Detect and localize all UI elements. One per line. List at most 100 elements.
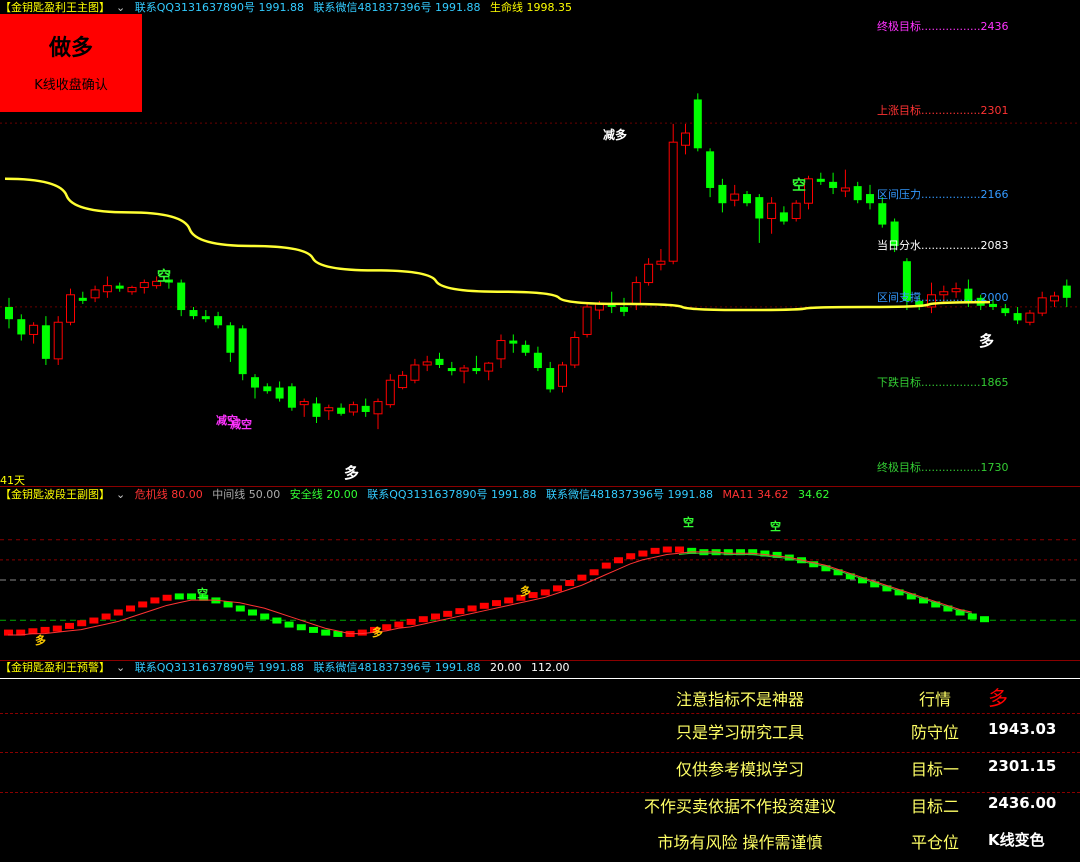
candle-body [398,374,408,389]
target-level-name: 区间压力 [877,188,921,201]
candle-body [348,404,358,413]
oscillator-bar [138,601,148,608]
candle-body [312,403,321,417]
sub-oscillator-chart[interactable] [0,505,1080,655]
main-contact-wx: 联系微信481837396号 1991.88 [313,1,481,14]
target-level-label: 终极目标.................1730 [877,459,1008,475]
oscillator-bar [431,613,440,620]
candle-body [620,306,628,312]
candle-body [459,367,469,372]
oscillator-bar [357,629,367,636]
oscillator-bar [589,569,599,576]
candle-body [238,328,247,375]
oscillator-bar [272,617,282,624]
target-level-value: 2301 [980,104,1009,117]
candle-body [5,306,13,320]
ma11-value-2: 34.62 [798,488,830,501]
candle-body [53,321,63,360]
oscillator-bar [296,624,306,631]
candle-body [779,212,788,222]
candle-body [472,368,481,372]
chevron-down-icon[interactable]: ⌄ [116,661,125,674]
oscillator-bar [248,609,257,616]
candle-body [829,181,838,188]
oscillator-bar [577,574,587,581]
oscillator-bar [443,610,453,617]
sub-signal-label: 空 [770,520,781,533]
target-level-name: 终极目标 [877,461,921,474]
oscillator-bar [382,624,392,631]
oscillator-bar [626,553,636,560]
alert-row-label: 平仓位 [910,833,959,852]
candle-body [1001,308,1010,314]
alert-row-label: 目标二 [910,797,959,816]
candle-body [656,260,666,265]
candle-body [570,337,580,366]
oscillator-bar [284,621,294,628]
target-level-name: 下跌目标 [877,376,921,389]
target-level-value: 2000 [980,291,1009,304]
candle-body [546,368,555,390]
alert-contact-wx: 联系微信481837396号 1991.88 [313,661,481,674]
candle-body [251,377,259,388]
alert-row-value: K线变色 [988,831,1045,849]
alert-row-label: 防守位 [910,723,959,742]
candle-body [90,289,100,299]
candle-body [385,379,395,406]
target-level-dots: ................. [921,291,981,304]
alert-row-divider [0,713,1080,714]
candle-body [668,141,678,262]
candle-body [435,358,444,365]
oscillator-bar [540,589,550,596]
candle-body [337,407,346,414]
alert-row: 市场有风险 操作需谨慎 平仓位 K线变色 [0,825,1080,862]
candle-body [853,186,862,201]
target-level-name: 区间支撑 [877,291,921,304]
signal-label: 减多 [603,128,628,142]
candle-body [214,316,223,326]
oscillator-bar [467,605,477,612]
target-level-value: 2083 [980,239,1009,252]
candle-body [29,324,39,335]
candle-body [706,151,715,188]
candle-body [17,319,26,335]
alert-row-value: 多 [988,686,1008,710]
oscillator-bar [675,546,684,553]
ma11-line-green [678,552,972,614]
alert-row: 只是学习研究工具 防守位 1943.03 [0,715,1080,752]
alert-row-value: 2436.00 [988,794,1057,812]
candle-body [410,364,420,381]
target-level-value: 2436 [980,20,1009,33]
candle-body [41,325,50,359]
candle-body [422,361,432,366]
safe-line-value: 安全线 20.00 [289,488,358,501]
oscillator-bar [223,601,233,608]
candle-body [521,344,530,353]
sub-signal-label: 多 [35,634,46,647]
chevron-down-icon[interactable]: ⌄ [116,1,125,14]
candle-body [743,194,751,204]
candle-body [78,297,87,301]
signal-label: 空 [792,178,806,194]
candle-body [791,202,801,219]
oscillator-bar [89,617,99,624]
oscillator-bar [260,613,270,620]
alert-row: 不作买卖依据不作投资建议 目标二 2436.00 [0,789,1080,826]
oscillator-bar [406,618,416,625]
candle-body [484,362,494,372]
alert-panel-title[interactable]: 【金钥匙盈利王预警】 [0,661,110,674]
target-level-label: 区间支撑.................2000 [877,289,1008,305]
oscillator-bar [309,626,318,633]
main-chart-title[interactable]: 【金钥匙盈利王主图】 [0,1,110,14]
oscillator-bar [77,620,87,627]
oscillator-bar [65,622,74,629]
candle-body [361,405,370,412]
oscillator-bar [235,605,245,612]
target-level-label: 区间压力.................2166 [877,186,1008,202]
chevron-down-icon[interactable]: ⌄ [116,488,125,501]
oscillator-bar [52,625,62,632]
target-level-name: 当日分水 [877,239,921,252]
target-level-dots: ................. [921,239,981,252]
sub-chart-title[interactable]: 【金钥匙波段王副图】 [0,488,110,501]
candle-body [287,386,296,408]
